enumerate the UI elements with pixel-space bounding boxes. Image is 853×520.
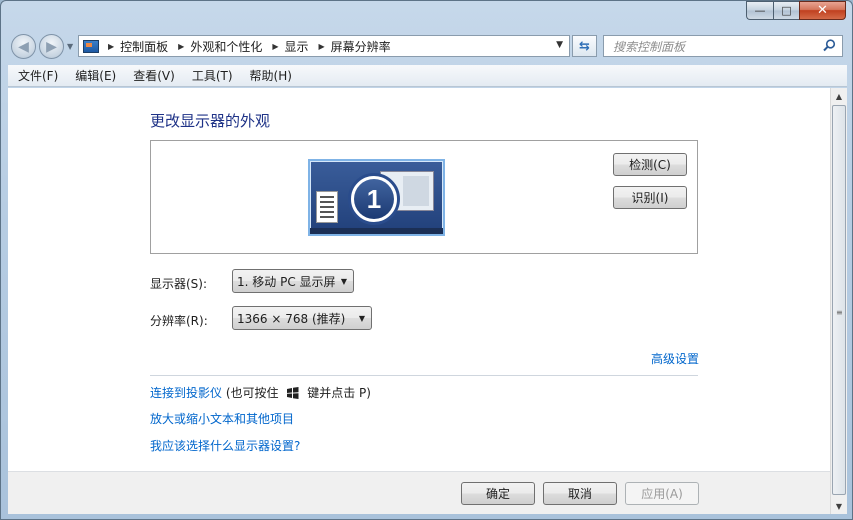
advanced-settings-link[interactable]: 高级设置: [651, 350, 699, 367]
refresh-button[interactable]: ⇆: [572, 35, 597, 57]
chevron-down-icon: ▼: [358, 314, 365, 323]
control-panel-window: — □ ✕ ◀ ▶ ▼ ▶ 控制面板 ▶ 外观和个性化 ▶ 显示 ▶ 屏幕分辨率…: [0, 0, 853, 520]
search-input[interactable]: 搜索控制面板: [613, 38, 685, 55]
scroll-up-icon[interactable]: ▲: [831, 88, 847, 104]
monitor-number-badge: 1: [348, 173, 400, 225]
search-box[interactable]: 搜索控制面板: [603, 35, 843, 57]
control-panel-icon: [83, 39, 99, 53]
display-label: 显示器(S):: [150, 277, 208, 291]
menu-help[interactable]: 帮助(H): [240, 67, 299, 84]
menu-view[interactable]: 查看(V): [123, 67, 182, 84]
menu-bar: 文件(F) 编辑(E) 查看(V) 工具(T) 帮助(H): [8, 65, 847, 87]
breadcrumb-separator-icon[interactable]: ▶: [178, 42, 184, 51]
refresh-icon: ⇆: [579, 38, 590, 54]
back-button[interactable]: ◀: [11, 34, 36, 59]
chevron-down-icon: ▼: [340, 277, 347, 286]
connect-projector-row: 连接到投影仪 (也可按住 键并点击 P): [150, 384, 371, 401]
cancel-button[interactable]: 取消: [543, 482, 617, 505]
navigation-bar: ◀ ▶ ▼ ▶ 控制面板 ▶ 外观和个性化 ▶ 显示 ▶ 屏幕分辨率 ▼ ⇆ 搜…: [1, 33, 852, 60]
monitor-arrangement-panel: 1 检测(C) 识别(I): [150, 140, 698, 254]
forward-arrow-icon: ▶: [46, 38, 57, 55]
page-title: 更改显示器的外观: [150, 112, 271, 130]
apply-button[interactable]: 应用(A): [625, 482, 699, 505]
address-dropdown-icon[interactable]: ▼: [556, 40, 563, 50]
breadcrumb-separator-icon[interactable]: ▶: [319, 42, 325, 51]
recent-pages-dropdown-icon[interactable]: ▼: [67, 42, 73, 51]
search-icon[interactable]: [823, 39, 836, 52]
display-select[interactable]: 1. 移动 PC 显示屏 ▼: [232, 269, 354, 293]
resolution-select[interactable]: 1366 × 768 (推荐) ▼: [232, 306, 372, 330]
menu-edit[interactable]: 编辑(E): [65, 67, 123, 84]
menu-tools[interactable]: 工具(T): [182, 67, 240, 84]
address-bar[interactable]: ▶ 控制面板 ▶ 外观和个性化 ▶ 显示 ▶ 屏幕分辨率 ▼: [78, 35, 570, 57]
scrollbar-grip-icon: ≡: [836, 308, 843, 317]
menu-file[interactable]: 文件(F): [8, 67, 65, 84]
forward-button[interactable]: ▶: [39, 34, 64, 59]
detect-button[interactable]: 检测(C): [613, 153, 687, 176]
identify-button[interactable]: 识别(I): [613, 186, 687, 209]
text-size-link[interactable]: 放大或缩小文本和其他项目: [150, 410, 294, 427]
breadcrumb-control-panel[interactable]: 控制面板: [120, 38, 168, 55]
which-settings-link[interactable]: 我应该选择什么显示器设置?: [150, 437, 300, 454]
breadcrumb-separator-icon[interactable]: ▶: [272, 42, 278, 51]
divider: [150, 375, 698, 376]
monitor-sidebar-graphic: [316, 191, 338, 223]
back-arrow-icon: ◀: [18, 38, 29, 55]
maximize-button[interactable]: □: [773, 1, 799, 20]
vertical-scrollbar[interactable]: ▲ ≡ ▼: [830, 88, 847, 514]
minimize-button[interactable]: —: [746, 1, 773, 20]
breadcrumb-appearance[interactable]: 外观和个性化: [190, 38, 262, 55]
dialog-footer: 确定 取消 应用(A): [8, 472, 830, 514]
ok-button[interactable]: 确定: [461, 482, 535, 505]
display-select-value: 1. 移动 PC 显示屏: [237, 274, 336, 289]
connect-projector-link[interactable]: 连接到投影仪: [150, 386, 222, 400]
caption-buttons: — □ ✕: [746, 1, 846, 20]
scroll-down-icon[interactable]: ▼: [831, 498, 847, 514]
monitor-1-preview[interactable]: 1: [308, 159, 445, 236]
windows-logo-icon: [287, 387, 299, 399]
projector-hint-prefix: (也可按住: [225, 386, 279, 400]
resolution-select-value: 1366 × 768 (推荐): [237, 311, 346, 326]
breadcrumb-separator-icon[interactable]: ▶: [108, 42, 114, 51]
resolution-label: 分辨率(R):: [150, 314, 208, 328]
scrollbar-thumb[interactable]: ≡: [832, 105, 846, 495]
close-button[interactable]: ✕: [799, 1, 846, 20]
breadcrumb-display[interactable]: 显示: [285, 38, 309, 55]
main-content: 更改显示器的外观 1 检测(C) 识别(I) 显示器(S): 1. 移动 PC …: [8, 88, 830, 471]
monitor-number: 1: [354, 179, 394, 219]
breadcrumb-screen-resolution[interactable]: 屏幕分辨率: [331, 38, 391, 55]
monitor-taskbar-graphic: [310, 228, 443, 234]
projector-hint-suffix: 键并点击 P): [307, 386, 371, 400]
